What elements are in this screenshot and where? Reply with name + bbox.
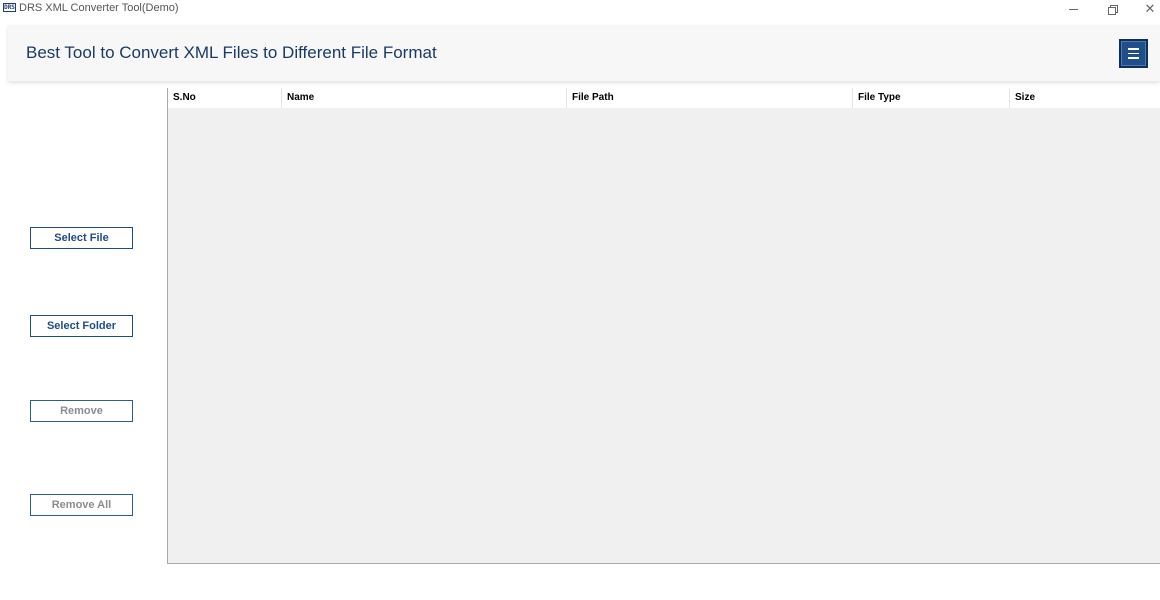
app-window: DRS DRS XML Converter Tool(Demo) ✕ Best … <box>0 0 1160 600</box>
remove-all-button[interactable]: Remove All <box>30 494 133 516</box>
title-bar: DRS DRS XML Converter Tool(Demo) ✕ <box>0 0 1160 18</box>
column-header-file-path[interactable]: File Path <box>567 88 853 108</box>
menu-button[interactable] <box>1119 39 1148 68</box>
remove-button[interactable]: Remove <box>30 400 133 422</box>
close-icon: ✕ <box>1144 1 1156 17</box>
column-header-size[interactable]: Size <box>1010 88 1160 108</box>
column-header-sno[interactable]: S.No <box>168 88 282 108</box>
close-button[interactable]: ✕ <box>1132 0 1160 18</box>
column-header-file-type[interactable]: File Type <box>853 88 1010 108</box>
minimize-button[interactable] <box>1055 0 1091 18</box>
table-header: S.No Name File Path File Type Size <box>168 88 1160 108</box>
restore-icon <box>1107 4 1118 15</box>
column-header-name[interactable]: Name <box>282 88 567 108</box>
select-file-button[interactable]: Select File <box>30 227 133 249</box>
minimize-icon <box>1068 8 1078 10</box>
file-list-table[interactable]: S.No Name File Path File Type Size <box>167 88 1160 564</box>
app-logo-icon: DRS <box>3 3 16 12</box>
select-folder-button[interactable]: Select Folder <box>30 315 133 337</box>
hamburger-menu-icon <box>1128 48 1139 59</box>
window-title: DRS XML Converter Tool(Demo) <box>19 2 179 14</box>
app-header: Best Tool to Convert XML Files to Differ… <box>8 25 1160 81</box>
page-title: Best Tool to Convert XML Files to Differ… <box>26 43 437 62</box>
restore-button[interactable] <box>1094 0 1130 18</box>
table-body[interactable] <box>168 108 1160 563</box>
